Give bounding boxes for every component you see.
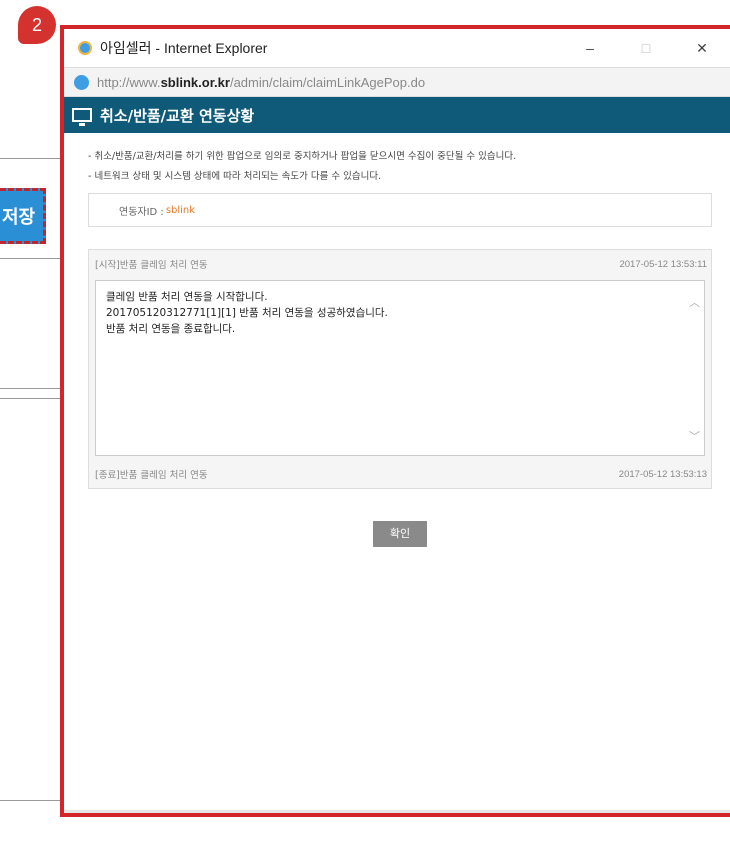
globe-icon bbox=[74, 74, 89, 90]
log-end-timestamp: 2017-05-12 13:53:13 bbox=[618, 468, 707, 480]
monitor-icon bbox=[72, 108, 92, 126]
log-start-label: [시작]반품 클레임 처리 연동 bbox=[95, 260, 208, 271]
user-info-box: 연동자ID : sblink bbox=[88, 193, 712, 227]
step-number: 2 bbox=[31, 14, 42, 35]
confirm-area: 확인 bbox=[88, 521, 712, 547]
background-divider bbox=[0, 158, 60, 159]
user-id-label: 연동자ID : bbox=[119, 206, 164, 218]
scroll-down-icon[interactable]: ﹀ bbox=[689, 429, 700, 445]
close-button[interactable]: ✕ bbox=[674, 40, 730, 57]
window-titlebar[interactable]: 아임셀러 - Internet Explorer – □ ✕ bbox=[64, 29, 730, 67]
notice-line: - 취소/반품/교환/처리를 하기 위한 팝업으로 임의로 중지하거나 팝업을 … bbox=[88, 151, 517, 162]
step-badge: 2 bbox=[18, 6, 56, 44]
background-divider bbox=[0, 388, 60, 389]
background-divider bbox=[0, 258, 60, 259]
url-path: /admin/claim/claimLinkAgePop.do bbox=[229, 74, 426, 90]
popup-title: 취소/반품/교환 연동상황 bbox=[100, 106, 255, 125]
window-controls: – □ ✕ bbox=[562, 40, 730, 57]
background-divider bbox=[0, 398, 60, 399]
popup-window: 아임셀러 - Internet Explorer – □ ✕ http://ww… bbox=[60, 25, 730, 817]
scroll-up-icon[interactable]: ︿ bbox=[689, 295, 700, 311]
log-start-row: [시작]반품 클레임 처리 연동 2017-05-12 13:53:11 bbox=[89, 250, 711, 278]
url-prefix: http://www. bbox=[97, 74, 161, 90]
background-save-label: 저장 bbox=[2, 207, 36, 228]
url-domain: sblink.or.kr bbox=[160, 74, 230, 90]
log-panel: [시작]반품 클레임 처리 연동 2017-05-12 13:53:11 클레임… bbox=[88, 249, 712, 489]
log-textarea[interactable]: 클레임 반품 처리 연동을 시작합니다. 20170512031277​1[1]… bbox=[95, 280, 705, 456]
popup-header: 취소/반품/교환 연동상황 bbox=[64, 97, 730, 133]
notice-line: - 네트워크 상태 및 시스템 상태에 따라 처리되는 속도가 다를 수 있습니… bbox=[88, 171, 382, 182]
popup-content: - 취소/반품/교환/처리를 하기 위한 팝업으로 임의로 중지하거나 팝업을 … bbox=[64, 133, 730, 547]
minimize-button[interactable]: – bbox=[562, 40, 618, 57]
log-start-timestamp: 2017-05-12 13:53:11 bbox=[619, 258, 707, 270]
log-end-label: [종료]반품 클레임 처리 연동 bbox=[95, 470, 208, 481]
log-line: 20170512031277​1[1][1] 반품 처리 연동을 성공하였습니다… bbox=[106, 307, 388, 319]
window-bottom-border bbox=[64, 810, 730, 813]
confirm-button[interactable]: 확인 bbox=[373, 521, 427, 547]
user-id-value: sblink bbox=[165, 204, 196, 216]
window-title: 아임셀러 - Internet Explorer bbox=[100, 40, 268, 56]
log-end-row: [종료]반품 클레임 처리 연동 2017-05-12 13:53:13 bbox=[89, 460, 711, 488]
log-line: 클레임 반품 처리 연동을 시작합니다. bbox=[106, 291, 268, 303]
internet-explorer-icon bbox=[78, 41, 92, 55]
address-bar[interactable]: http://www. sblink.or.kr /admin/claim/cl… bbox=[64, 67, 730, 97]
background-save-button[interactable]: 저장 bbox=[0, 188, 46, 244]
background-divider bbox=[0, 800, 60, 801]
maximize-button[interactable]: □ bbox=[618, 40, 674, 57]
log-line: 반품 처리 연동을 종료합니다. bbox=[106, 323, 236, 335]
